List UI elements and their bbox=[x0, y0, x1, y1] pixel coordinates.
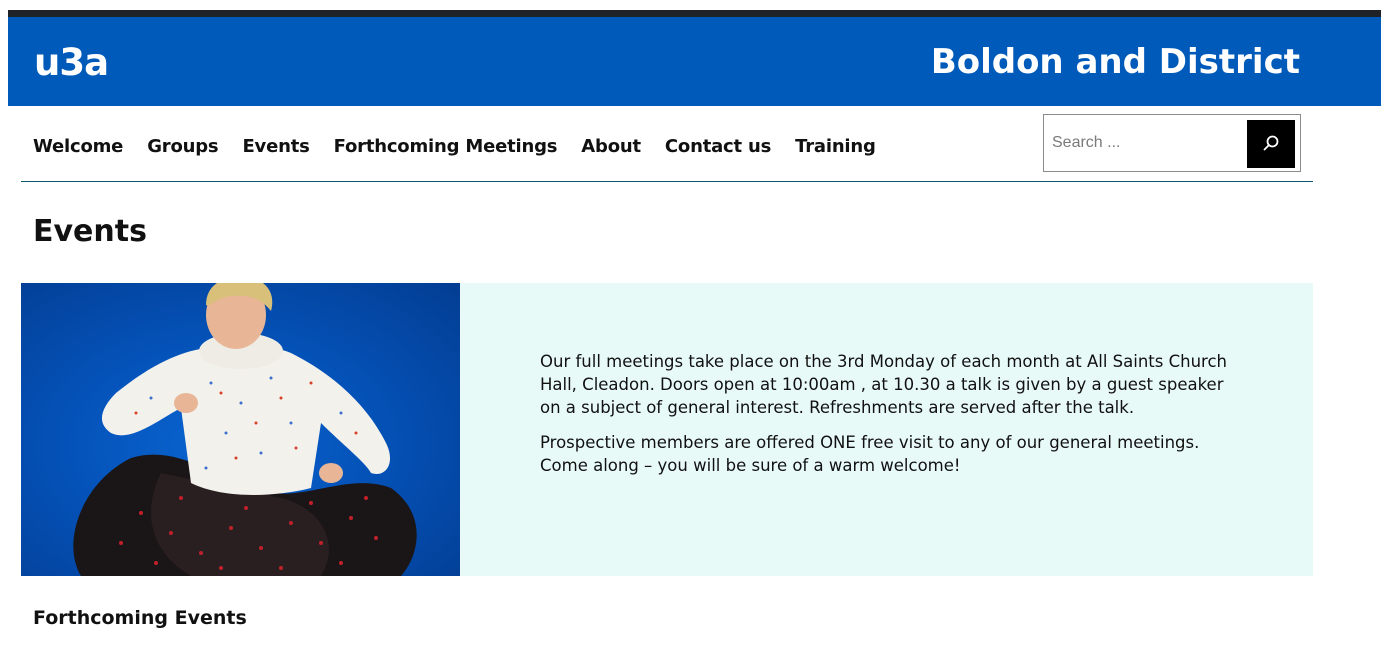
nav-item-welcome[interactable]: Welcome bbox=[33, 136, 123, 157]
search-icon bbox=[1262, 134, 1280, 155]
u3a-logo[interactable]: u3a bbox=[34, 39, 109, 87]
site-header: u3a Boldon and District bbox=[8, 17, 1381, 106]
nav-item-about[interactable]: About bbox=[581, 136, 641, 157]
feature-block: Our full meetings take place on the 3rd … bbox=[21, 283, 1313, 576]
nav-item-forthcoming-meetings[interactable]: Forthcoming Meetings bbox=[334, 136, 558, 157]
visit-paragraph: Prospective members are offered ONE free… bbox=[540, 433, 1200, 475]
main-navigation: Welcome Groups Events Forthcoming Meetin… bbox=[33, 133, 876, 159]
nav-item-groups[interactable]: Groups bbox=[147, 136, 218, 157]
search-button[interactable] bbox=[1247, 120, 1295, 168]
nav-item-training[interactable]: Training bbox=[795, 136, 876, 157]
nav-item-contact-us[interactable]: Contact us bbox=[665, 136, 771, 157]
feature-text: Our full meetings take place on the 3rd … bbox=[540, 350, 1240, 489]
dancing-woman-photo bbox=[21, 283, 460, 576]
meetings-paragraph: Our full meetings take place on the 3rd … bbox=[540, 352, 1227, 417]
page-title: Events bbox=[33, 214, 147, 249]
search-form bbox=[1043, 114, 1301, 172]
search-input[interactable] bbox=[1052, 125, 1244, 161]
top-border-bar bbox=[8, 10, 1381, 17]
site-title[interactable]: Boldon and District bbox=[931, 41, 1300, 83]
header-divider bbox=[21, 181, 1313, 182]
forthcoming-events-heading: Forthcoming Events bbox=[33, 607, 247, 629]
nav-item-events[interactable]: Events bbox=[242, 136, 309, 157]
